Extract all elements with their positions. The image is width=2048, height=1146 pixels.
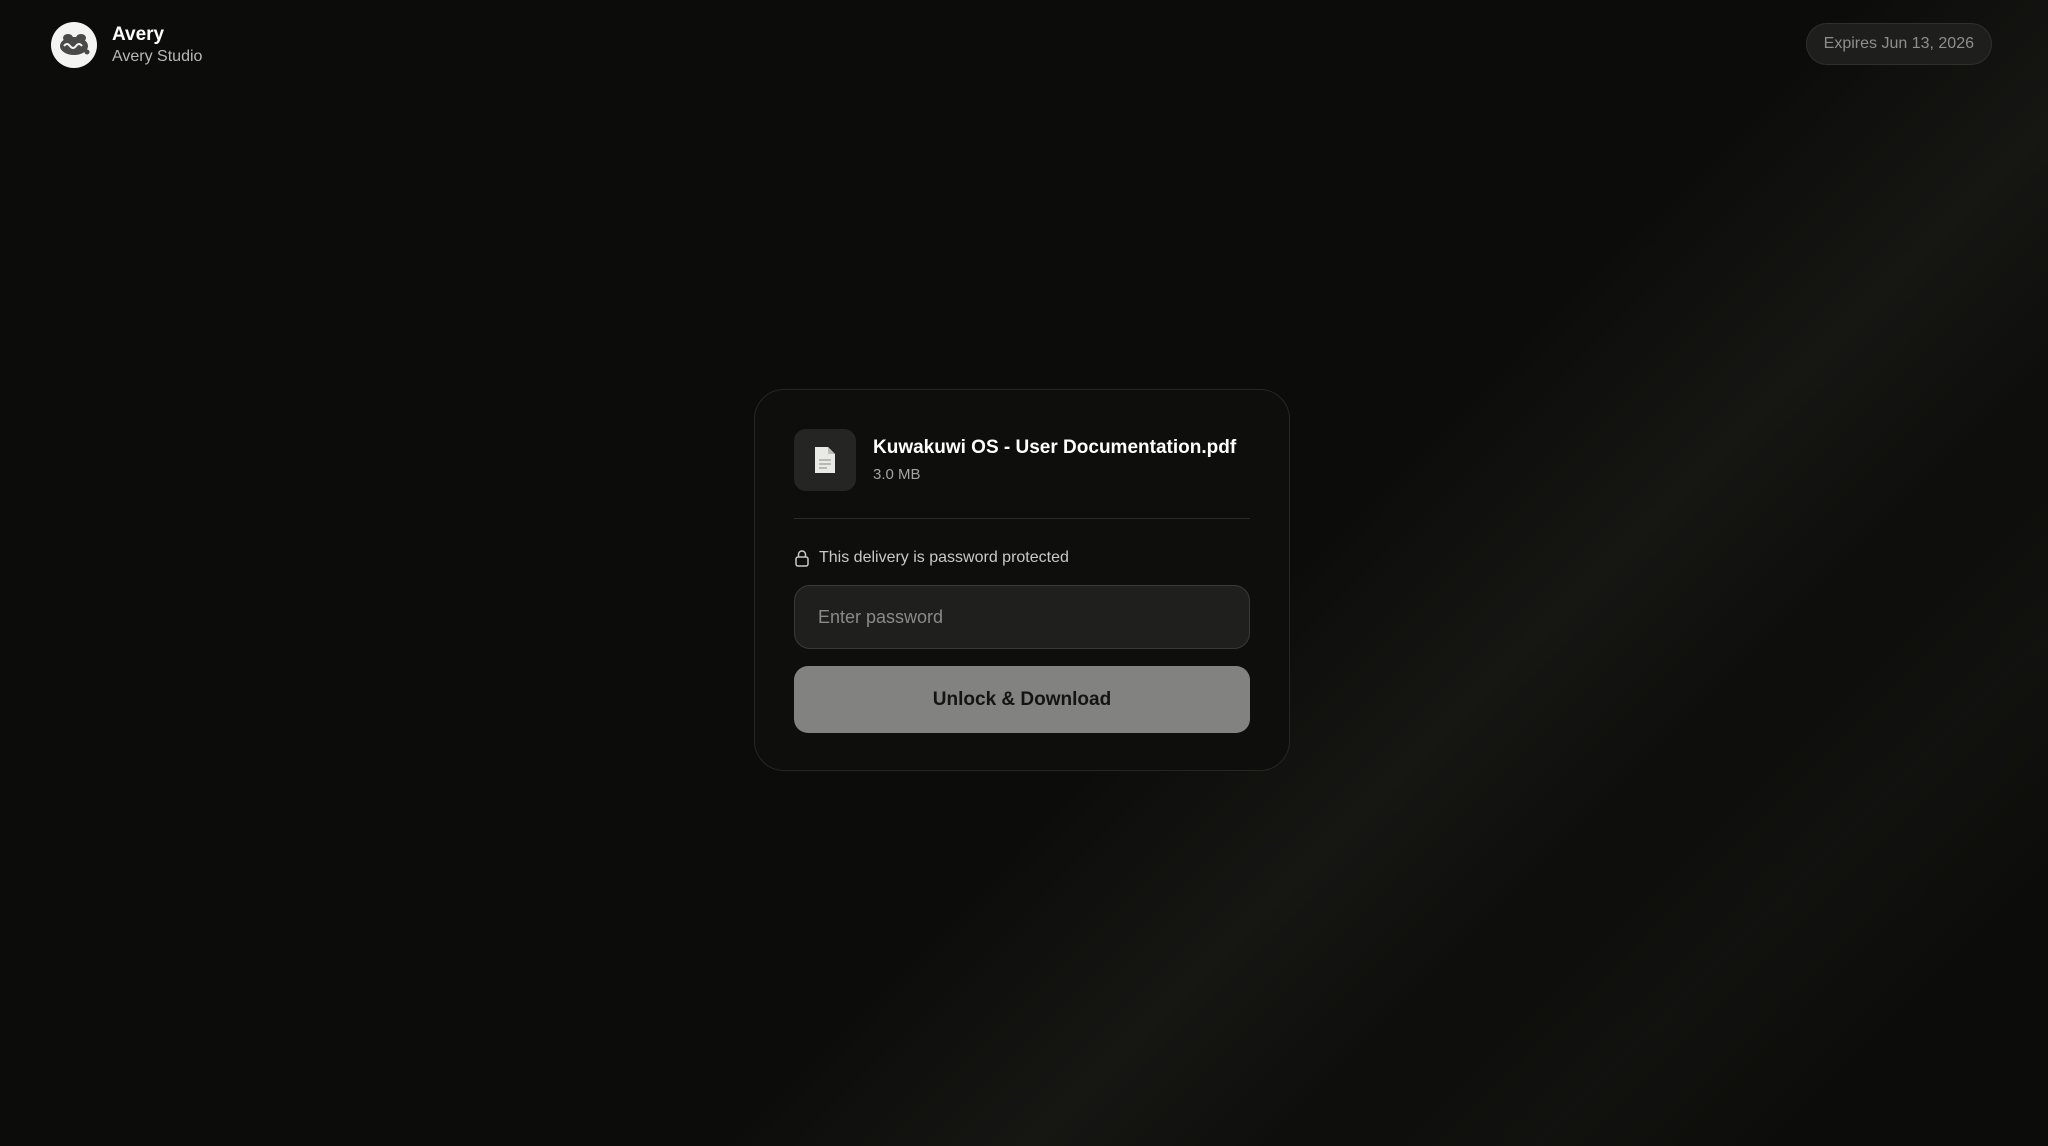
file-info: Kuwakuwi OS - User Documentation.pdf 3.0… [794,429,1250,491]
brand[interactable]: Avery Avery Studio [51,22,202,68]
brand-subtitle: Avery Studio [112,47,203,65]
expiry-badge: Expires Jun 13, 2026 [1805,23,1992,65]
file-name: Kuwakuwi OS - User Documentation.pdf [873,437,1237,459]
expiry-label: Expires Jun 13, 2026 [1823,35,1974,52]
avery-logo-icon [51,22,97,68]
unlock-download-button[interactable]: Unlock & Download [794,666,1250,733]
divider [794,518,1250,519]
document-icon [794,429,856,491]
password-input[interactable] [794,585,1250,649]
password-protected-notice: This delivery is password protected [794,549,1250,567]
brand-name: Avery [112,23,165,45]
file-size: 3.0 MB [873,465,921,483]
download-card: Kuwakuwi OS - User Documentation.pdf 3.0… [754,389,1290,771]
lock-icon [794,549,810,567]
protected-text: This delivery is password protected [819,549,1069,566]
